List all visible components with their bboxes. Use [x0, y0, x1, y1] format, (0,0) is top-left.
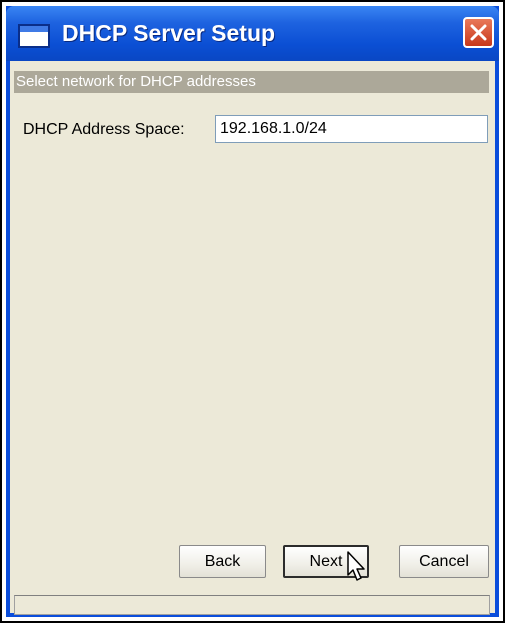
- window-icon: [18, 24, 50, 48]
- title-bar[interactable]: DHCP Server Setup: [6, 6, 499, 61]
- window-title: DHCP Server Setup: [62, 20, 276, 46]
- address-space-input[interactable]: [215, 115, 488, 143]
- back-button[interactable]: Back: [179, 545, 266, 578]
- close-button[interactable]: [463, 17, 494, 48]
- screenshot-frame: DHCP Server Setup Select network for DHC…: [0, 0, 505, 623]
- close-icon: [470, 24, 487, 41]
- cancel-button[interactable]: Cancel: [399, 545, 489, 578]
- address-space-label: DHCP Address Space:: [23, 121, 185, 138]
- dialog-body: Select network for DHCP addresses DHCP A…: [10, 61, 495, 615]
- mouse-pointer-icon: [347, 551, 365, 581]
- step-header: Select network for DHCP addresses: [14, 71, 489, 93]
- status-bar: [14, 595, 490, 615]
- dialog-window: DHCP Server Setup Select network for DHC…: [6, 6, 499, 617]
